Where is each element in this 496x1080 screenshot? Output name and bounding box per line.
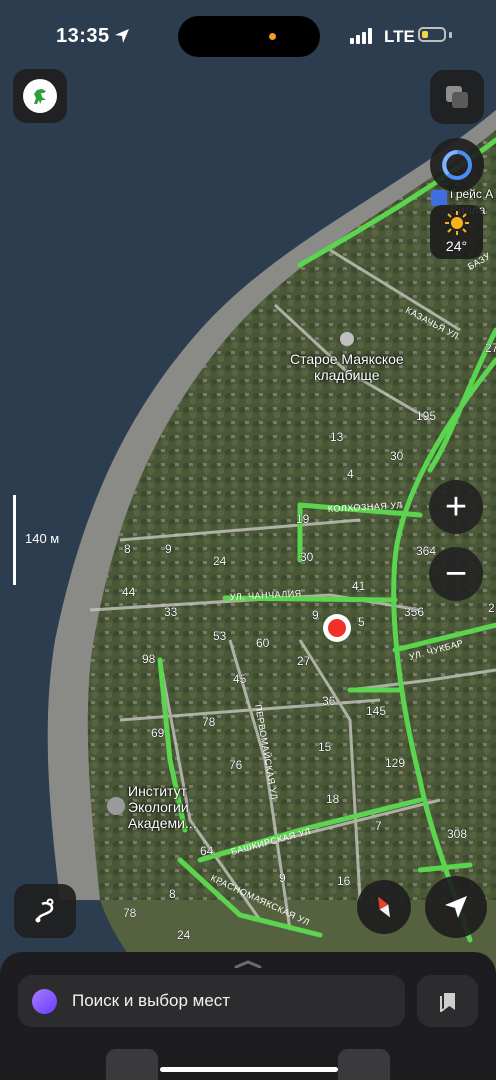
house-number: 5 [358, 615, 365, 629]
house-number: 9 [279, 871, 286, 885]
bookmarks-icon [439, 993, 455, 1012]
avatar [23, 79, 57, 113]
house-number: 129 [385, 756, 405, 770]
house-number: 76 [229, 758, 243, 772]
house-number: 195 [416, 409, 436, 423]
house-number: 41 [352, 579, 366, 593]
sun-icon [445, 211, 469, 235]
hotel-icon [431, 190, 447, 206]
house-number: 78 [202, 715, 216, 729]
layers-icon [446, 86, 468, 108]
location-pin[interactable] [323, 614, 351, 642]
institute-label: Институт Экологии Академи... [128, 783, 197, 831]
zoom-in-button[interactable]: + [429, 480, 483, 534]
house-number: 7 [375, 819, 382, 833]
zoom-out-button[interactable]: − [429, 547, 483, 601]
weather-widget[interactable]: 24° [430, 205, 483, 259]
house-number: 19 [296, 512, 310, 526]
pin-center [328, 619, 346, 637]
house-number: 69 [151, 726, 165, 740]
navigation-arrow-icon [445, 896, 467, 918]
institute-icon [107, 797, 125, 815]
status-bar: 13:35 LTE [0, 0, 496, 70]
profile-button[interactable] [13, 69, 67, 123]
poi-institute[interactable]: Институт Экологии Академи... [128, 783, 197, 831]
battery-icon [418, 27, 446, 42]
house-number: 27 [297, 654, 311, 668]
search-bar[interactable]: Поиск и выбор мест [18, 975, 405, 1027]
house-number: 8 [169, 887, 176, 901]
bottom-sheet[interactable]: Поиск и выбор мест [0, 952, 496, 1080]
alice-icon [32, 989, 57, 1014]
house-number: 36 [322, 694, 336, 708]
home-indicator [160, 1067, 338, 1072]
house-number: 30 [390, 449, 404, 463]
signal-icon [350, 28, 372, 44]
dynamic-island [178, 16, 320, 57]
house-number: 4 [347, 467, 354, 481]
dinosaur-icon [34, 89, 46, 104]
house-number: 15 [318, 740, 332, 754]
house-number: 356 [404, 605, 424, 619]
bookmarks-button[interactable] [417, 975, 478, 1027]
search-placeholder: Поиск и выбор мест [72, 991, 231, 1010]
layers-button[interactable] [430, 70, 484, 124]
house-number: 78 [123, 906, 137, 920]
battery-level [422, 31, 428, 38]
house-number: 53 [213, 629, 227, 643]
house-number: 44 [122, 585, 136, 599]
house-number: 9 [165, 542, 172, 556]
house-number: 13 [330, 430, 344, 444]
poi-cemetery[interactable]: Старое Маякское кладбище [290, 351, 404, 383]
sheet-chevron-up-icon[interactable] [234, 960, 262, 968]
tab-preview-left[interactable] [106, 1049, 158, 1080]
zoom-out-label: − [444, 553, 468, 595]
my-location-button[interactable] [425, 876, 487, 938]
house-number: 308 [447, 827, 467, 841]
house-number: 364 [416, 544, 436, 558]
house-number: 8 [124, 542, 131, 556]
cemetery-icon [340, 332, 354, 346]
house-number: 18 [326, 792, 340, 806]
house-number: 2 [488, 601, 495, 615]
house-number: 33 [164, 605, 178, 619]
house-number: 98 [142, 652, 156, 666]
house-number: 24 [177, 928, 191, 942]
house-number: 145 [366, 704, 386, 718]
battery-cap [449, 32, 452, 38]
weather-temperature: 24° [445, 238, 468, 254]
house-number: 27 [485, 341, 496, 355]
house-number: 60 [256, 636, 270, 650]
recording-indicator [269, 33, 276, 40]
zoom-in-label: + [444, 486, 468, 528]
alice-assistant-icon [442, 150, 472, 180]
house-number: 30 [300, 550, 314, 564]
scale-label: 140 м [25, 531, 60, 546]
network-type: LTE [384, 27, 415, 46]
house-number: 24 [213, 554, 227, 568]
tab-preview-right[interactable] [338, 1049, 390, 1080]
alice-button[interactable] [430, 138, 484, 192]
route-icon [35, 898, 54, 923]
house-number: 16 [337, 874, 351, 888]
house-number: 45 [233, 672, 247, 686]
compass-button[interactable] [357, 880, 411, 934]
house-number: 64 [200, 844, 214, 858]
compass-icon [378, 896, 390, 918]
route-button[interactable] [14, 884, 76, 938]
scale-bar [13, 495, 16, 585]
cemetery-label: Старое Маякское кладбище [290, 351, 404, 383]
house-number: 9 [312, 608, 319, 622]
location-arrow-icon [115, 29, 129, 43]
status-time: 13:35 [56, 25, 110, 47]
